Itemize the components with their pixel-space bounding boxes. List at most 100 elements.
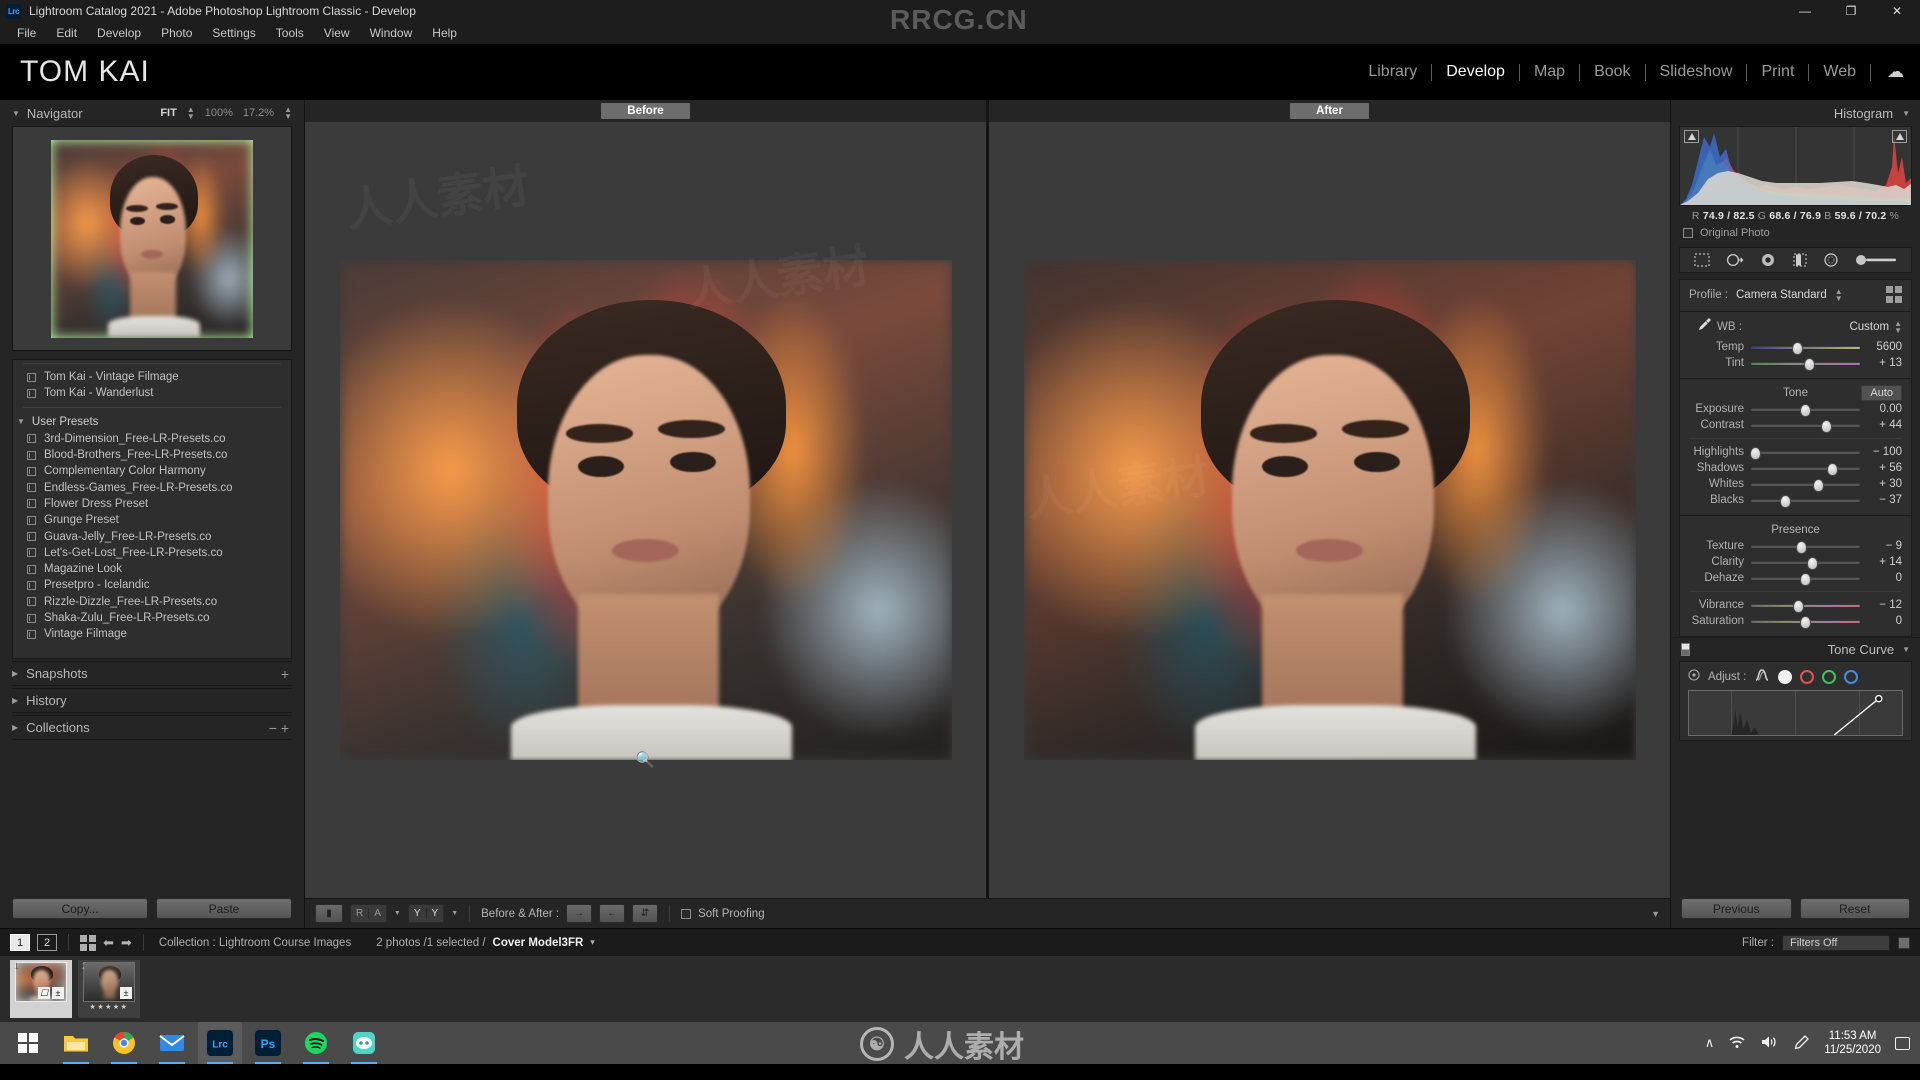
profile-row[interactable]: Profile : Camera Standard ▲▼ xyxy=(1689,285,1902,304)
texture-knob[interactable] xyxy=(1796,541,1807,554)
rgb-channel-icon[interactable] xyxy=(1778,670,1792,684)
module-library[interactable]: Library xyxy=(1354,63,1431,81)
exposure-knob[interactable] xyxy=(1800,404,1811,417)
close-button[interactable]: ✕ xyxy=(1874,0,1920,22)
slider-highlights[interactable]: Highlights − 100 xyxy=(1689,444,1902,460)
before-image-pane[interactable]: 🔍 xyxy=(305,122,986,898)
add-snapshot-icon[interactable]: + xyxy=(281,666,292,682)
paste-button[interactable]: Paste xyxy=(156,898,292,919)
whites-track[interactable] xyxy=(1751,483,1860,486)
wb-value[interactable]: Custom xyxy=(1849,321,1889,333)
copy-button[interactable]: Copy... xyxy=(12,898,148,919)
profile-value[interactable]: Camera Standard xyxy=(1736,289,1827,301)
saturation-knob[interactable] xyxy=(1800,616,1811,629)
radial-filter-icon[interactable] xyxy=(1823,253,1839,267)
presets-list[interactable]: Tom Kai - Vintage Filmage Tom Kai - Wand… xyxy=(12,359,292,659)
filter-toggle-icon[interactable] xyxy=(1898,937,1910,949)
histogram-header[interactable]: Histogram ▼ xyxy=(1671,100,1920,126)
clarity-track[interactable] xyxy=(1751,561,1860,564)
shadow-clipping-indicator[interactable] xyxy=(1684,130,1699,143)
histogram-chart[interactable] xyxy=(1679,126,1912,206)
volume-icon[interactable] xyxy=(1760,1035,1778,1052)
graduated-filter-icon[interactable] xyxy=(1793,253,1807,267)
profile-grid-icon[interactable] xyxy=(1886,286,1903,303)
preset-item[interactable]: Blood-Brothers_Free-LR-Presets.co xyxy=(13,447,291,463)
maximize-button[interactable]: ❐ xyxy=(1828,0,1874,22)
adjustment-brush-icon[interactable] xyxy=(1855,253,1897,267)
screen-2-button[interactable]: 2 xyxy=(37,934,57,951)
wb-stepper-icon[interactable]: ▲▼ xyxy=(1894,320,1902,334)
green-channel-icon[interactable] xyxy=(1822,670,1836,684)
ra-compare-toggle[interactable]: R A xyxy=(350,904,387,923)
copy-settings-right-icon[interactable]: → xyxy=(566,904,592,923)
texture-value[interactable]: − 9 xyxy=(1860,540,1902,552)
wb-row[interactable]: WB : Custom ▲▼ xyxy=(1689,317,1902,336)
spot-removal-icon[interactable] xyxy=(1726,253,1744,267)
vibrance-value[interactable]: − 12 xyxy=(1860,599,1902,611)
expand-triangle-icon[interactable]: ▶ xyxy=(12,669,18,678)
whites-value[interactable]: + 30 xyxy=(1860,478,1902,490)
highlights-value[interactable]: − 100 xyxy=(1860,446,1902,458)
expand-triangle-icon[interactable]: ▶ xyxy=(12,723,18,732)
slider-contrast[interactable]: Contrast + 44 xyxy=(1689,417,1902,433)
pen-icon[interactable] xyxy=(1792,1035,1810,1052)
photoshop-icon[interactable]: Ps xyxy=(246,1022,290,1064)
dehaze-value[interactable]: 0 xyxy=(1860,572,1902,584)
shadows-value[interactable]: + 56 xyxy=(1860,462,1902,474)
slider-whites[interactable]: Whites + 30 xyxy=(1689,476,1902,492)
preset-item[interactable]: Complementary Color Harmony xyxy=(13,463,291,479)
profile-stepper-icon[interactable]: ▲▼ xyxy=(1835,288,1843,302)
tint-knob[interactable] xyxy=(1804,358,1815,371)
blacks-knob[interactable] xyxy=(1780,495,1791,508)
filename-dropdown-icon[interactable]: ▾ xyxy=(590,937,595,948)
loupe-view-icon[interactable]: ▮ xyxy=(315,904,343,923)
highlights-knob[interactable] xyxy=(1750,447,1761,460)
discord-icon[interactable] xyxy=(342,1022,386,1064)
filmstrip-thumb[interactable]: 2 ± ★★★★★ xyxy=(78,960,140,1018)
dehaze-knob[interactable] xyxy=(1800,573,1811,586)
tone-curve-graph[interactable] xyxy=(1688,690,1903,736)
slider-clarity[interactable]: Clarity + 14 xyxy=(1689,554,1902,570)
module-develop[interactable]: Develop xyxy=(1432,63,1519,81)
preset-item[interactable]: Vintage Filmage xyxy=(13,626,291,642)
blacks-value[interactable]: − 37 xyxy=(1860,494,1902,506)
vibrance-track[interactable] xyxy=(1751,604,1860,607)
go-forward-icon[interactable]: ➡ xyxy=(121,935,132,951)
vibrance-knob[interactable] xyxy=(1793,600,1804,613)
contrast-value[interactable]: + 44 xyxy=(1860,419,1902,431)
notifications-icon[interactable] xyxy=(1895,1037,1910,1050)
temp-knob[interactable] xyxy=(1792,342,1803,355)
yy-dropdown-icon[interactable]: ▼ xyxy=(451,910,458,917)
shadows-track[interactable] xyxy=(1751,467,1860,470)
blacks-track[interactable] xyxy=(1751,499,1860,502)
preset-item[interactable]: Flower Dress Preset xyxy=(13,496,291,512)
module-map[interactable]: Map xyxy=(1520,63,1579,81)
red-eye-icon[interactable] xyxy=(1760,253,1776,267)
clarity-knob[interactable] xyxy=(1807,557,1818,570)
preset-item[interactable]: Tom Kai - Wanderlust xyxy=(13,385,291,401)
tone-curve-header[interactable]: Tone Curve ▼ xyxy=(1671,637,1920,661)
minimize-button[interactable]: — xyxy=(1782,0,1828,22)
group-collapse-triangle-icon[interactable]: ▼ xyxy=(17,417,25,426)
exposure-track[interactable] xyxy=(1751,408,1860,411)
zoom-ratio-stepper-icon[interactable]: ▲▼ xyxy=(284,106,292,120)
thumb-rating[interactable]: ★★★★★ xyxy=(90,1003,129,1011)
ra-dropdown-icon[interactable]: ▼ xyxy=(394,910,401,917)
tint-value[interactable]: + 13 xyxy=(1860,357,1902,369)
tone-curve-switch-icon[interactable] xyxy=(1681,643,1690,656)
preset-item[interactable]: Presetpro - Icelandic xyxy=(13,577,291,593)
menu-settings[interactable]: Settings xyxy=(203,24,264,42)
module-print[interactable]: Print xyxy=(1747,63,1808,81)
slider-vibrance[interactable]: Vibrance − 12 xyxy=(1689,597,1902,613)
module-book[interactable]: Book xyxy=(1580,63,1644,81)
preset-item[interactable]: Magazine Look xyxy=(13,561,291,577)
taskbar-clock[interactable]: 11:53 AM 11/25/2020 xyxy=(1824,1029,1881,1057)
slider-tint[interactable]: Tint + 13 xyxy=(1689,355,1902,371)
module-web[interactable]: Web xyxy=(1809,63,1870,81)
cloud-sync-icon[interactable]: ☁ xyxy=(1871,62,1904,82)
preset-item[interactable]: Rizzle-Dizzle_Free-LR-Presets.co xyxy=(13,594,291,610)
highlights-track[interactable] xyxy=(1751,451,1860,454)
filmstrip-thumb[interactable]: 1 ☐ ± xyxy=(10,960,72,1018)
crop-overlay-icon[interactable] xyxy=(1694,253,1710,267)
start-button-icon[interactable] xyxy=(6,1022,50,1064)
